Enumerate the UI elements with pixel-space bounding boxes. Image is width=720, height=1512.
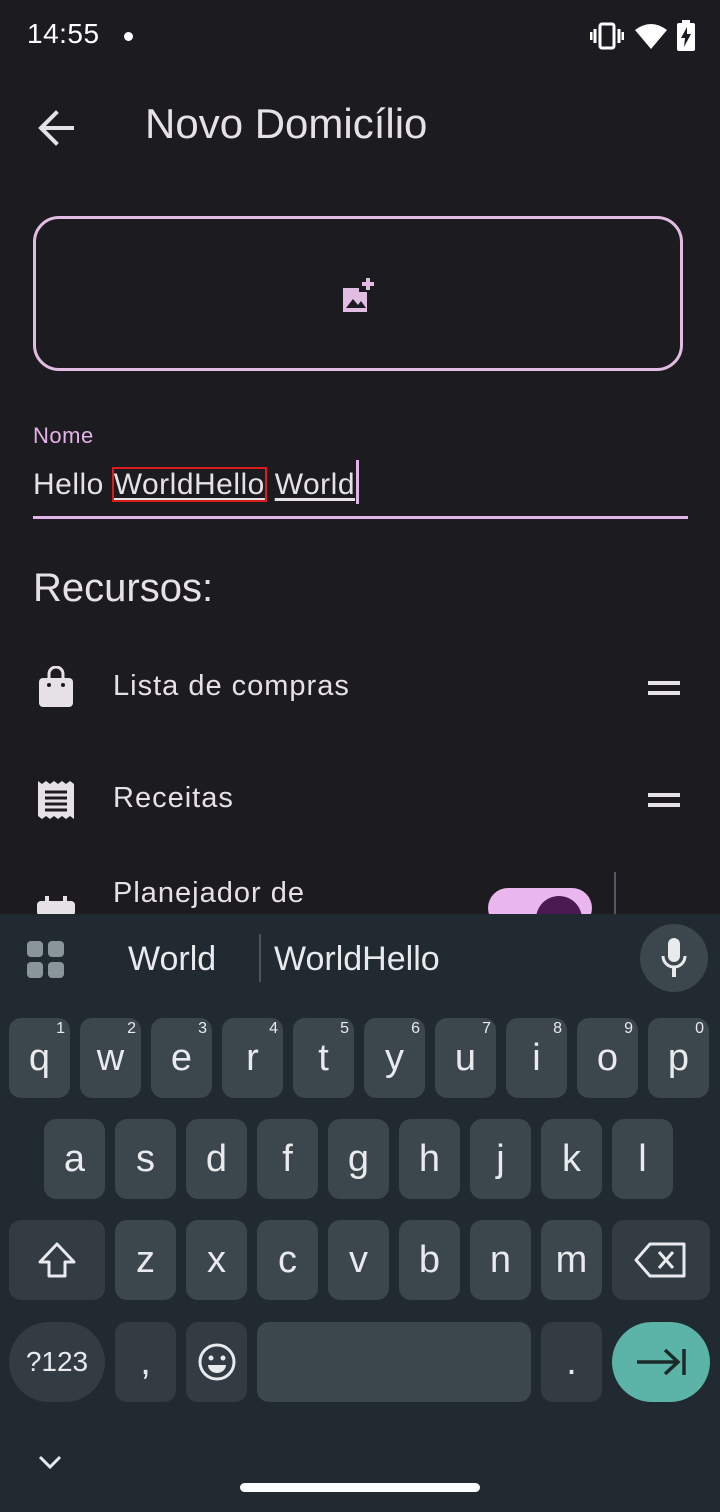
status-time: 14:55: [27, 18, 100, 49]
key-h[interactable]: h: [399, 1119, 460, 1199]
resource-label-planner: Planejador de: [113, 877, 305, 909]
emoji-key[interactable]: [186, 1322, 247, 1402]
key-m[interactable]: m: [541, 1220, 602, 1300]
key-s[interactable]: s: [115, 1119, 176, 1199]
comma-key[interactable]: ,: [115, 1322, 176, 1402]
shift-key[interactable]: [9, 1220, 105, 1300]
resources-title: Recursos:: [33, 566, 214, 610]
name-value-highlight: WorldHello: [111, 467, 267, 502]
divider: [614, 872, 616, 916]
wifi-icon: [635, 24, 667, 49]
key-g[interactable]: g: [328, 1119, 389, 1199]
key-k[interactable]: k: [541, 1119, 602, 1199]
name-field-underline: [33, 516, 688, 519]
key-z[interactable]: z: [115, 1220, 176, 1300]
suggestion-1[interactable]: World: [128, 940, 216, 979]
key-j[interactable]: j: [470, 1119, 531, 1199]
notification-dot-icon: [124, 32, 133, 41]
key-e[interactable]: e3: [151, 1018, 212, 1098]
space-key[interactable]: [257, 1322, 531, 1402]
name-input[interactable]: Hello WorldHello World: [33, 460, 360, 504]
text-caret: [356, 460, 360, 504]
key-q[interactable]: q1: [9, 1018, 70, 1098]
suggestion-2[interactable]: WorldHello: [274, 940, 440, 979]
key-c[interactable]: c: [257, 1220, 318, 1300]
resource-label-shopping-list: Lista de compras: [113, 670, 350, 702]
shift-icon: [38, 1242, 76, 1278]
home-indicator[interactable]: [240, 1483, 480, 1492]
backspace-key[interactable]: [612, 1220, 710, 1300]
suggestion-divider: [259, 934, 261, 982]
key-b[interactable]: b: [399, 1220, 460, 1300]
backspace-icon: [634, 1242, 686, 1278]
next-key[interactable]: [612, 1322, 710, 1402]
resource-label-recipes: Receitas: [113, 782, 234, 814]
receipt-icon: [38, 781, 74, 819]
emoji-icon: [198, 1343, 235, 1381]
voice-input-button[interactable]: [640, 924, 708, 992]
name-field-label: Nome: [33, 423, 94, 448]
key-i[interactable]: i8: [506, 1018, 567, 1098]
key-t[interactable]: t5: [293, 1018, 354, 1098]
key-u[interactable]: u7: [435, 1018, 496, 1098]
microphone-icon: [661, 938, 687, 977]
key-a[interactable]: a: [44, 1119, 105, 1199]
drag-handle-icon[interactable]: [648, 793, 680, 807]
key-y[interactable]: y6: [364, 1018, 425, 1098]
key-l[interactable]: l: [612, 1119, 673, 1199]
key-d[interactable]: d: [186, 1119, 247, 1199]
chevron-down-icon[interactable]: [38, 1454, 62, 1470]
key-w[interactable]: w2: [80, 1018, 141, 1098]
key-r[interactable]: r4: [222, 1018, 283, 1098]
shopping-bag-icon: [39, 666, 73, 707]
add-photo-icon: [343, 278, 374, 312]
key-o[interactable]: o9: [577, 1018, 638, 1098]
symbols-key[interactable]: ?123: [9, 1322, 105, 1402]
name-value-prefix: Hello: [33, 468, 113, 501]
key-x[interactable]: x: [186, 1220, 247, 1300]
back-arrow-icon[interactable]: [36, 108, 76, 148]
name-value-suffix: World: [274, 468, 356, 501]
battery-charging-icon: [677, 20, 695, 51]
keyboard: World WorldHello q1 w2 e3 r4 t5 y6 u7 i8…: [0, 914, 720, 1512]
key-v[interactable]: v: [328, 1220, 389, 1300]
key-n[interactable]: n: [470, 1220, 531, 1300]
vibrate-icon: [590, 22, 624, 50]
key-p[interactable]: p0: [648, 1018, 709, 1098]
calendar-icon: [37, 896, 75, 916]
drag-handle-icon[interactable]: [648, 681, 680, 695]
key-f[interactable]: f: [257, 1119, 318, 1199]
apps-grid-icon[interactable]: [26, 940, 66, 980]
page-title: Novo Domicílio: [145, 100, 428, 147]
tab-next-icon: [637, 1348, 686, 1376]
period-key[interactable]: .: [541, 1322, 602, 1402]
